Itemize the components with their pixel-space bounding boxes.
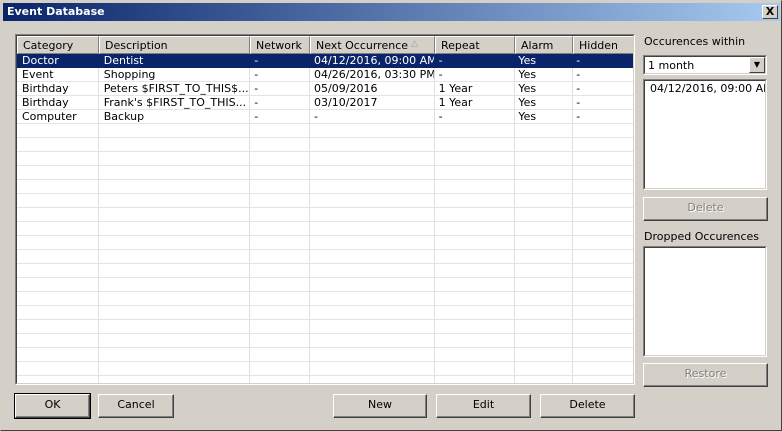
table-cell: - — [254, 110, 259, 123]
column-header-description[interactable]: Description — [99, 36, 250, 54]
restore-button[interactable]: Restore — [643, 363, 768, 387]
column-header-hidden[interactable]: Hidden — [573, 36, 633, 54]
table-cell: Yes — [518, 82, 537, 95]
delete-button[interactable]: Delete — [540, 394, 635, 418]
table-cell: - — [314, 110, 319, 123]
table-row[interactable]: Birthday Peters $FIRST_TO_THIS$... -05/09/… — [17, 82, 633, 96]
occurrence-range-select[interactable]: 1 month ▼ — [643, 55, 767, 75]
table-row[interactable]: Doctor Dentist -04/12/2016, 09:00 AM - Yes - — [17, 54, 633, 68]
table-cell: - — [576, 68, 581, 81]
table-cell: Yes — [518, 96, 537, 109]
table-cell: - — [576, 110, 581, 123]
table-cell: - — [576, 82, 581, 95]
occurrences-within-label: Occurences within — [644, 35, 746, 48]
table-cell: Yes — [518, 68, 537, 81]
new-button[interactable]: New — [333, 394, 427, 418]
table-cell: 1 Year — [438, 96, 473, 109]
event-database-window: Event Database X Category Description Ne… — [0, 0, 782, 431]
column-header-category[interactable]: Category — [17, 36, 99, 54]
ok-button[interactable]: OK — [14, 393, 91, 419]
column-header-alarm[interactable]: Alarm — [515, 36, 573, 54]
column-header-network[interactable]: Network — [250, 36, 310, 54]
table-cell: - — [254, 54, 259, 67]
table-cell: 04/26/2016, 03:30 PM — [314, 68, 434, 81]
table-cell: Yes — [518, 110, 537, 123]
table-cell: Computer — [22, 110, 77, 123]
table-cell: Shopping — [103, 68, 156, 81]
table-cell: Birthday — [22, 96, 69, 109]
sort-ascending-icon: △ — [411, 39, 418, 49]
table-cell: 04/12/2016, 09:00 AM — [314, 54, 434, 67]
table-cell: - — [254, 68, 259, 81]
cancel-button[interactable]: Cancel — [98, 394, 174, 418]
column-header-next-occurrence[interactable]: Next Occurrence △ — [310, 36, 435, 54]
column-header-repeat[interactable]: Repeat — [435, 36, 515, 54]
dropped-occurrences-list[interactable] — [643, 246, 767, 357]
occurrences-list[interactable]: 04/12/2016, 09:00 AM — [643, 79, 767, 190]
table-cell: - — [438, 110, 443, 123]
table-cell: - — [438, 68, 443, 81]
table-cell: Doctor — [22, 54, 59, 67]
table-row[interactable]: Birthday Frank's $FIRST_TO_THIS... -03/10/… — [17, 96, 633, 110]
table-cell: - — [576, 54, 581, 67]
close-button[interactable]: X — [762, 5, 778, 19]
occurrence-range-value: 1 month — [648, 59, 695, 72]
title-bar: Event Database X — [3, 3, 780, 21]
table-cell: 05/09/2016 — [314, 82, 378, 95]
list-header: Category Description Network Next Occurr… — [17, 36, 633, 54]
table-cell: Event — [22, 68, 54, 81]
window-title: Event Database — [7, 5, 105, 18]
table-cell: - — [576, 96, 581, 109]
list-rows: Doctor Dentist -04/12/2016, 09:00 AM - Yes - E… — [17, 54, 633, 383]
table-cell: - — [254, 96, 259, 109]
table-cell: Dentist — [103, 54, 144, 67]
table-row[interactable]: Computer Backup - - - Yes - — [17, 110, 633, 124]
table-row[interactable]: Event Shopping -04/26/2016, 03:30 PM - Yes - — [17, 68, 633, 82]
table-cell: Backup — [103, 110, 145, 123]
table-cell: 1 Year — [438, 82, 473, 95]
dropdown-arrow-icon[interactable]: ▼ — [749, 57, 765, 73]
list-item[interactable]: 04/12/2016, 09:00 AM — [645, 81, 765, 95]
table-cell: Yes — [518, 54, 537, 67]
occurrence-delete-button[interactable]: Delete — [643, 197, 768, 221]
dropped-occurrences-label: Dropped Occurences — [644, 230, 759, 243]
table-cell: Peters $FIRST_TO_THIS$... — [103, 82, 249, 95]
table-cell: - — [254, 82, 259, 95]
edit-button[interactable]: Edit — [436, 394, 531, 418]
table-cell: 03/10/2017 — [314, 96, 378, 109]
table-cell: Birthday — [22, 82, 69, 95]
table-cell: Frank's $FIRST_TO_THIS... — [103, 96, 247, 109]
event-list[interactable]: Category Description Network Next Occurr… — [15, 34, 635, 385]
table-cell: - — [438, 54, 443, 67]
